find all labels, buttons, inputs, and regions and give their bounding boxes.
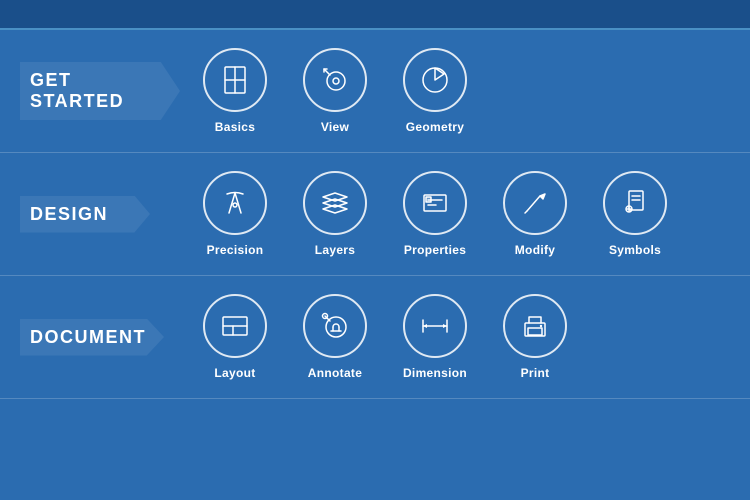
item-geometry[interactable]: Geometry (390, 48, 480, 134)
item-basics[interactable]: Basics (190, 48, 280, 134)
item-precision[interactable]: Precision (190, 171, 280, 257)
icon-circle-modify (503, 171, 567, 235)
icon-circle-geometry (403, 48, 467, 112)
icon-circle-dimension (403, 294, 467, 358)
item-label-symbols: Symbols (609, 243, 661, 257)
item-label-annotate: Annotate (308, 366, 362, 380)
item-label-basics: Basics (215, 120, 256, 134)
item-label-layout: Layout (214, 366, 255, 380)
section-label-document: DOCUMENT (20, 319, 164, 356)
item-layout[interactable]: Layout (190, 294, 280, 380)
icon-circle-print (503, 294, 567, 358)
main-content: GET STARTED Basics View GeometryDESIGN P… (0, 30, 750, 399)
item-label-modify: Modify (515, 243, 555, 257)
section-document: DOCUMENT Layout Annotate Dimension Print (0, 276, 750, 399)
item-symbols[interactable]: Symbols (590, 171, 680, 257)
item-view[interactable]: View (290, 48, 380, 134)
item-layers[interactable]: Layers (290, 171, 380, 257)
icon-circle-properties (403, 171, 467, 235)
section-label-get-started: GET STARTED (20, 62, 180, 120)
item-modify[interactable]: Modify (490, 171, 580, 257)
item-label-geometry: Geometry (406, 120, 464, 134)
section-label-wrap-design: DESIGN (20, 196, 180, 233)
section-items-get-started: Basics View Geometry (180, 48, 730, 134)
icon-circle-view (303, 48, 367, 112)
section-label-wrap-document: DOCUMENT (20, 319, 180, 356)
section-get-started: GET STARTED Basics View Geometry (0, 30, 750, 153)
item-print[interactable]: Print (490, 294, 580, 380)
icon-circle-symbols (603, 171, 667, 235)
icon-circle-annotate (303, 294, 367, 358)
section-design: DESIGN Precision Layers Properties Modif… (0, 153, 750, 276)
item-label-view: View (321, 120, 349, 134)
section-label-design: DESIGN (20, 196, 150, 233)
section-items-design: Precision Layers Properties Modify Symbo… (180, 171, 730, 257)
icon-circle-basics (203, 48, 267, 112)
item-label-dimension: Dimension (403, 366, 467, 380)
item-properties[interactable]: Properties (390, 171, 480, 257)
section-label-wrap-get-started: GET STARTED (20, 62, 180, 120)
item-label-properties: Properties (404, 243, 466, 257)
item-label-layers: Layers (315, 243, 356, 257)
header (0, 0, 750, 30)
item-annotate[interactable]: Annotate (290, 294, 380, 380)
icon-circle-precision (203, 171, 267, 235)
item-label-precision: Precision (207, 243, 264, 257)
icon-circle-layers (303, 171, 367, 235)
section-items-document: Layout Annotate Dimension Print (180, 294, 730, 380)
item-dimension[interactable]: Dimension (390, 294, 480, 380)
item-label-print: Print (521, 366, 550, 380)
icon-circle-layout (203, 294, 267, 358)
